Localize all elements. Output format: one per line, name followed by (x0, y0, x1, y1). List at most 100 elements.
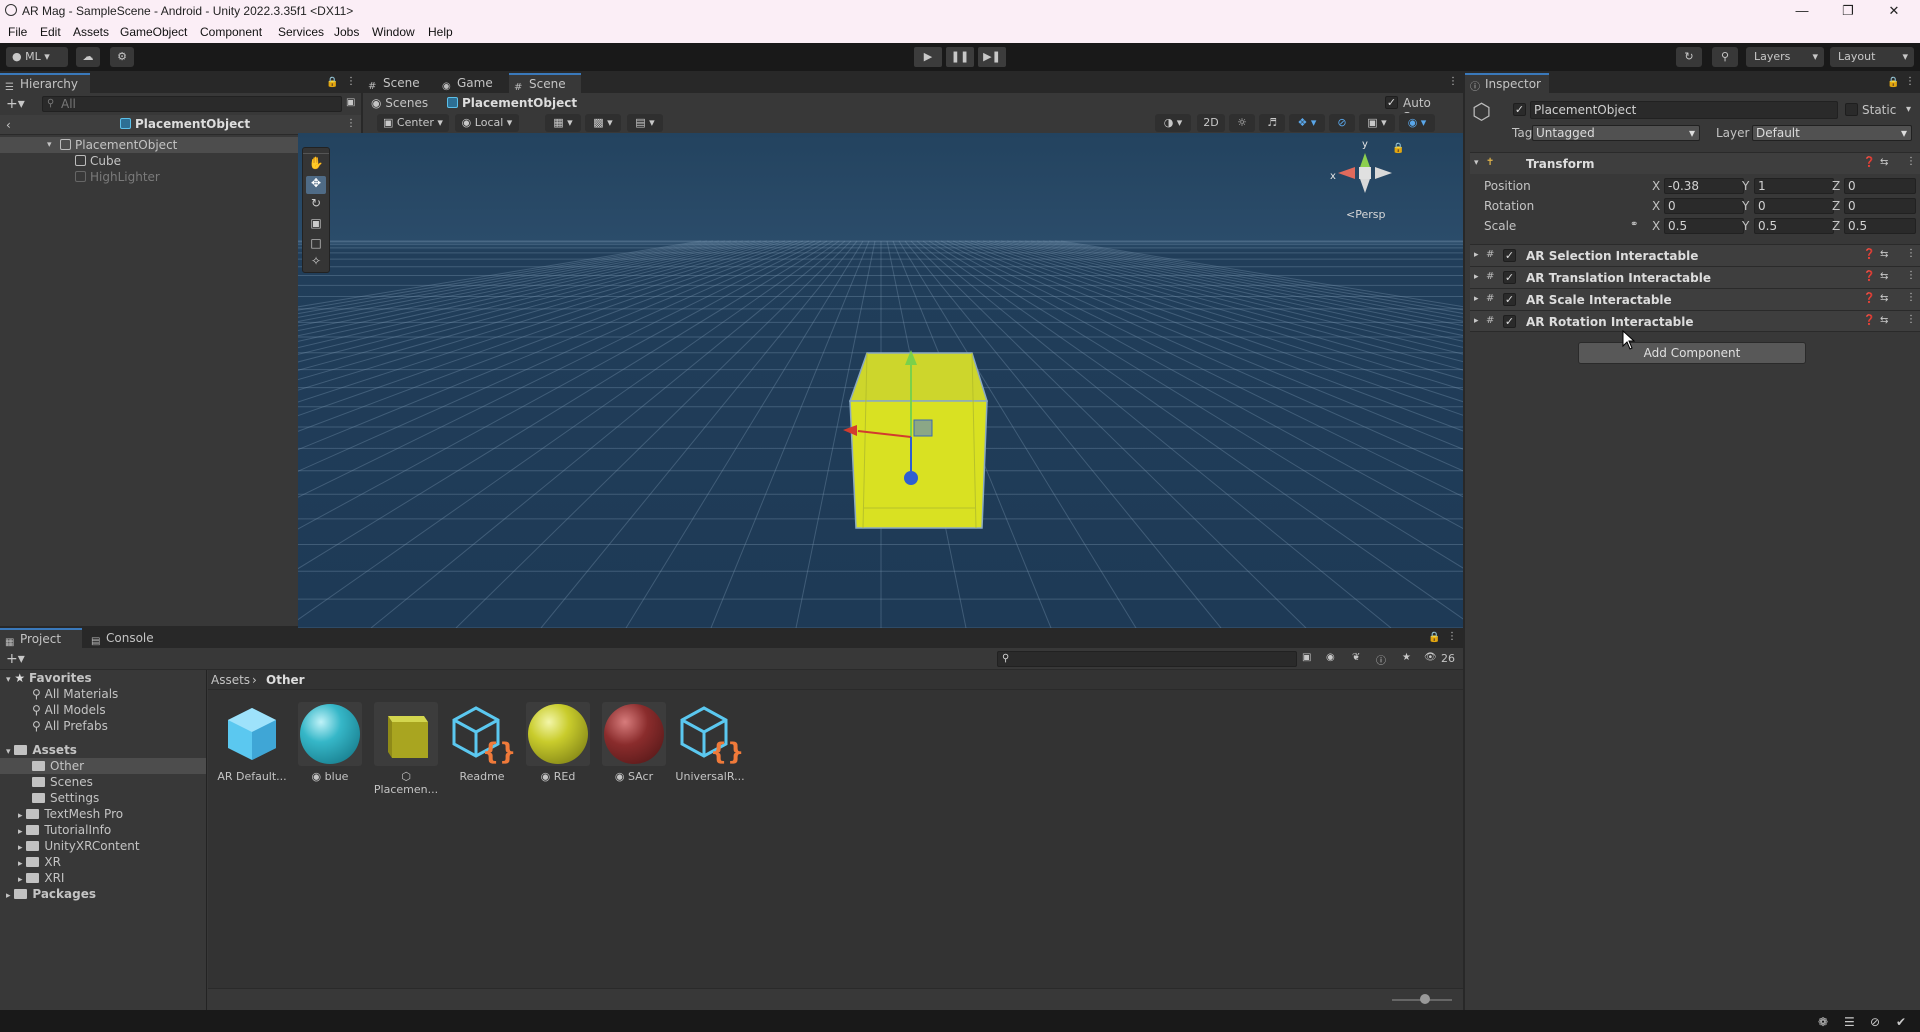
debug-icon[interactable]: ❁ (1818, 1015, 1828, 1029)
hierarchy-search-input[interactable]: ⚲ All (42, 96, 342, 112)
scale-y-field[interactable]: 0.5 (1754, 218, 1834, 234)
menu-gameobject[interactable]: GameObject (120, 25, 187, 39)
transform-header[interactable]: ▾ ✝ Transform ❓ ⇆ ⋮ (1470, 152, 1920, 174)
menu-component[interactable]: Component (200, 25, 262, 39)
visibility-icon[interactable]: ⊘ (1329, 114, 1355, 132)
audio-icon[interactable]: ♬ (1259, 114, 1285, 132)
folder-item[interactable]: ▸ TextMesh Pro (18, 806, 123, 822)
asset-item[interactable]: ◉ REd (522, 702, 594, 783)
position-y-field[interactable]: 1 (1754, 178, 1834, 194)
expand-arrow-icon[interactable]: ▸ (1474, 272, 1479, 282)
position-z-field[interactable]: 0 (1844, 178, 1916, 194)
preset-icon[interactable]: ⇆ (1880, 293, 1888, 304)
layer-dropdown[interactable]: Default ▾ (1752, 125, 1912, 141)
favorite-item[interactable]: ⚲ All Prefabs (32, 718, 108, 734)
kebab-icon[interactable]: ⋮ (1906, 314, 1916, 325)
tab-game[interactable]: ◉ Game (437, 73, 501, 93)
breadcrumb-other[interactable]: Other (266, 673, 305, 687)
ruler-icon[interactable]: ▤ ▾ (627, 114, 663, 132)
search-icon[interactable]: ⚲ (1712, 47, 1738, 67)
collab-icon[interactable]: ⚙ (110, 47, 134, 67)
folder-item[interactable]: ▸ TutorialInfo (18, 822, 111, 838)
scale-tool-icon[interactable]: ▣ (306, 216, 326, 234)
preset-icon[interactable]: ⇆ (1880, 157, 1888, 168)
kebab-icon[interactable]: ⋮ (1906, 156, 1916, 167)
maximize-icon[interactable]: ❐ (1828, 2, 1868, 20)
assets-root[interactable]: ▾ Assets (6, 742, 77, 758)
component-header[interactable]: ▸ # ✓ AR Rotation Interactable ❓ ⇆ ⋮ (1470, 310, 1920, 332)
type-filter-icon[interactable]: ◉ (1326, 652, 1335, 663)
expand-arrow-icon[interactable]: ▸ (1474, 250, 1479, 260)
menu-help[interactable]: Help (428, 25, 453, 39)
tab-inspector[interactable]: ⓘ Inspector (1465, 73, 1549, 93)
expand-arrow-icon[interactable]: ▸ (1474, 294, 1479, 304)
expand-arrow-icon[interactable]: ▾ (1474, 158, 1479, 168)
menu-file[interactable]: File (8, 25, 27, 39)
static-checkbox[interactable] (1845, 103, 1858, 116)
rotation-x-field[interactable]: 0 (1664, 198, 1744, 214)
snap-increment-icon[interactable]: ▩ ▾ (585, 114, 621, 132)
kebab-icon[interactable]: ⋮ (1906, 270, 1916, 281)
log-filter-icon[interactable]: ⓘ (1376, 652, 1386, 667)
scene-search-icon[interactable]: ▣ (346, 97, 355, 108)
step-button[interactable]: ▶❚ (978, 47, 1006, 67)
component-enabled-checkbox[interactable]: ✓ (1503, 315, 1516, 328)
transform-tool-icon[interactable]: ✧ (306, 254, 326, 272)
folder-item[interactable]: ▸ XR (18, 854, 61, 870)
help-icon[interactable]: ❓ (1863, 315, 1875, 326)
kebab-icon[interactable]: ⋮ (1905, 76, 1915, 87)
component-header[interactable]: ▸ # ✓ AR Translation Interactable ❓ ⇆ ⋮ (1470, 266, 1920, 288)
menu-edit[interactable]: Edit (40, 25, 61, 39)
menu-services[interactable]: Services (278, 25, 324, 39)
component-enabled-checkbox[interactable]: ✓ (1503, 249, 1516, 262)
component-enabled-checkbox[interactable]: ✓ (1503, 293, 1516, 306)
component-header[interactable]: ▸ # ✓ AR Scale Interactable ❓ ⇆ ⋮ (1470, 288, 1920, 310)
packages-root[interactable]: ▸ Packages (6, 886, 96, 902)
constrain-proportions-icon[interactable]: ⚭ (1630, 219, 1638, 230)
move-tool-icon[interactable]: ✥ (306, 176, 326, 194)
help-icon[interactable]: ❓ (1863, 271, 1875, 282)
effects-icon[interactable]: ❖ ▾ (1289, 114, 1325, 132)
menu-window[interactable]: Window (372, 25, 415, 39)
rotation-y-field[interactable]: 0 (1754, 198, 1834, 214)
component-enabled-checkbox[interactable]: ✓ (1503, 271, 1516, 284)
object-name-field[interactable]: PlacementObject (1530, 101, 1838, 119)
tab-console[interactable]: ▤ Console (86, 628, 168, 648)
minimize-icon[interactable]: — (1782, 2, 1822, 20)
expand-arrow-icon[interactable]: ▸ (1474, 316, 1479, 326)
2d-toggle[interactable]: 2D (1197, 114, 1225, 132)
preset-icon[interactable]: ⇆ (1880, 249, 1888, 260)
scale-x-field[interactable]: 0.5 (1664, 218, 1744, 234)
play-button[interactable]: ▶ (914, 47, 942, 67)
lighting-icon[interactable]: ☼ (1229, 114, 1255, 132)
cloud-icon[interactable]: ☁ (76, 47, 100, 67)
persp-label[interactable]: <Persp (1346, 208, 1385, 221)
kebab-icon[interactable]: ⋮ (346, 118, 356, 129)
asset-item[interactable]: ◉ SAcr (598, 702, 670, 783)
slider-handle[interactable] (1420, 994, 1430, 1004)
back-arrow-icon[interactable]: ‹ (6, 118, 11, 132)
folder-item[interactable]: ▸ UnityXRContent (18, 838, 140, 854)
tab-scene[interactable]: # Scene (363, 73, 433, 93)
folder-item[interactable]: Scenes (32, 774, 93, 790)
breadcrumb-assets[interactable]: Assets (211, 673, 250, 687)
favorite-item[interactable]: ⚲ All Materials (32, 686, 118, 702)
preset-icon[interactable]: ⇆ (1880, 271, 1888, 282)
network-icon[interactable]: ⊘ (1870, 1015, 1880, 1029)
kebab-icon[interactable]: ⋮ (1448, 76, 1458, 87)
preset-icon[interactable]: ⇆ (1880, 315, 1888, 326)
favorite-item[interactable]: ⚲ All Models (32, 702, 106, 718)
lock-icon[interactable]: 🔒 (1887, 77, 1899, 88)
folder-item[interactable]: Settings (32, 790, 99, 806)
asset-item[interactable]: {} UniversalR... (674, 702, 746, 783)
lock-icon[interactable]: 🔒 (1428, 632, 1440, 643)
history-icon[interactable]: ↻ (1676, 47, 1702, 67)
progress-icon[interactable]: ✔ (1896, 1015, 1906, 1029)
tab-scene-active[interactable]: # Scene (509, 73, 581, 93)
menu-jobs[interactable]: Jobs (334, 25, 359, 39)
breadcrumb-current[interactable]: PlacementObject (447, 96, 577, 110)
kebab-icon[interactable]: ⋮ (1447, 631, 1457, 642)
cube-object[interactable] (848, 352, 989, 529)
menu-assets[interactable]: Assets (73, 25, 109, 39)
pivot-dropdown[interactable]: ▣ Center ▾ (377, 114, 449, 132)
